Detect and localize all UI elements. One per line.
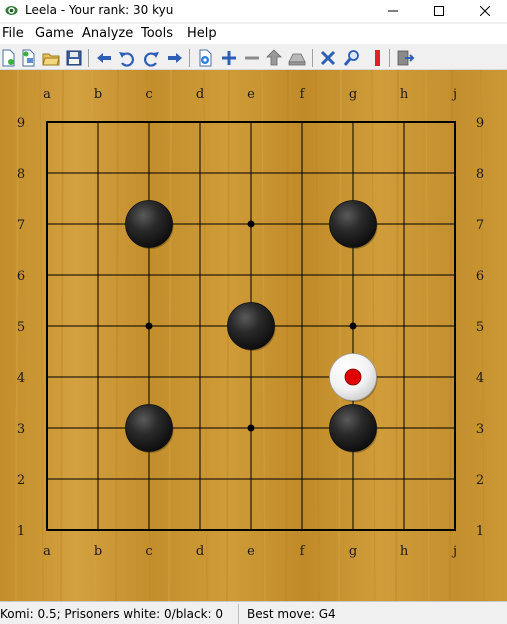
row-label-right: 3 [476,422,484,437]
row-label-left: 2 [17,473,25,488]
column-label-bottom: g [349,544,357,559]
settings-icon[interactable] [195,48,215,68]
black-stone [329,404,377,452]
column-label-top: e [247,87,255,102]
column-label-bottom: h [400,544,409,559]
toolbar-separator [189,49,190,67]
menu-file-label: File [2,26,24,41]
open-icon[interactable] [41,48,61,68]
stack-icon[interactable] [287,48,307,68]
app-window: Leela - Your rank: 30 kyu File Game Anal… [0,0,507,624]
column-label-top: b [94,87,102,102]
row-label-left: 8 [17,167,25,182]
row-label-right: 9 [476,116,484,131]
maximize-button[interactable] [416,0,462,22]
column-label-bottom: b [94,544,102,559]
close-button[interactable] [462,0,507,22]
black-stone [125,200,173,248]
window-title: Leela - Your rank: 30 kyu [25,3,174,17]
column-label-top: c [145,87,152,102]
resign-icon[interactable] [318,48,338,68]
column-label-bottom: a [43,544,51,559]
status-komi-prisoners: Komi: 0.5; Prisoners white: 0/black: 0 [0,607,224,621]
menu-help[interactable]: Help [187,26,217,41]
back-icon[interactable] [94,48,114,68]
title-bar: Leela - Your rank: 30 kyu [0,0,507,22]
star-point [247,220,255,228]
forward-icon[interactable] [165,48,185,68]
column-label-top: a [43,87,51,102]
column-label-bottom: c [145,544,152,559]
new-game-icon[interactable] [0,48,18,68]
new-setup-icon[interactable] [19,48,39,68]
star-point [349,322,357,330]
menu-analyze[interactable]: Analyze [82,26,133,41]
star-point [247,424,255,432]
toolbar-separator [389,49,390,67]
row-label-right: 7 [476,218,484,233]
status-bar: Komi: 0.5; Prisoners white: 0/black: 0 B… [0,601,507,624]
leela-app-icon [5,6,18,15]
maximize-icon [434,6,444,16]
menu-help-label: Help [187,26,217,41]
menu-analyze-label: Analyze [82,26,134,41]
menu-tools-label: Tools [141,26,174,41]
menu-file[interactable]: File [2,26,24,41]
menu-tools[interactable]: Tools [141,26,173,41]
column-label-bottom: d [196,544,204,559]
status-divider [238,604,239,624]
row-label-left: 7 [17,218,25,233]
minimize-icon [388,10,398,12]
analyze-icon[interactable] [342,48,362,68]
row-label-right: 8 [476,167,484,182]
row-label-left: 6 [17,269,25,284]
last-move-marker [344,368,362,386]
redo-icon[interactable] [141,48,161,68]
toolbar [0,45,507,70]
black-stone [125,404,173,452]
upload-icon[interactable] [264,48,284,68]
undo-icon[interactable] [117,48,137,68]
row-label-right: 4 [476,371,484,386]
go-board-area[interactable]: aabbccddeeffgghhjj998877665544332211 [0,69,507,602]
status-best-move: Best move: G4 [247,607,336,621]
row-label-right: 2 [476,473,484,488]
toolbar-separator [312,49,313,67]
save-icon[interactable] [64,48,84,68]
row-label-left: 5 [17,320,25,335]
row-label-right: 1 [476,524,484,539]
row-label-left: 3 [17,422,25,437]
menu-game[interactable]: Game [35,26,74,41]
black-stone [227,302,275,350]
column-label-bottom: e [247,544,255,559]
row-label-left: 1 [17,524,25,539]
column-label-top: d [196,87,204,102]
toolbar-separator [88,49,89,67]
remove-icon[interactable] [242,48,262,68]
menu-bar: File Game Analyze Tools Help [0,24,507,44]
column-label-top: h [400,87,409,102]
column-label-top: g [349,87,357,102]
close-icon [480,6,490,16]
star-point [145,322,153,330]
bookmark-icon[interactable] [367,48,387,68]
row-label-right: 6 [476,269,484,284]
go-board[interactable]: aabbccddeeffgghhjj9 98 87 76 65 54 43 32 21 1 [0,69,507,602]
menu-game-label: Game [35,26,74,41]
row-label-right: 5 [476,320,484,335]
add-icon[interactable] [219,48,239,68]
black-stone [329,200,377,248]
row-label-left: 4 [17,371,25,386]
minimize-button[interactable] [370,0,416,22]
row-label-left: 9 [17,116,25,131]
exit-icon[interactable] [395,48,415,68]
